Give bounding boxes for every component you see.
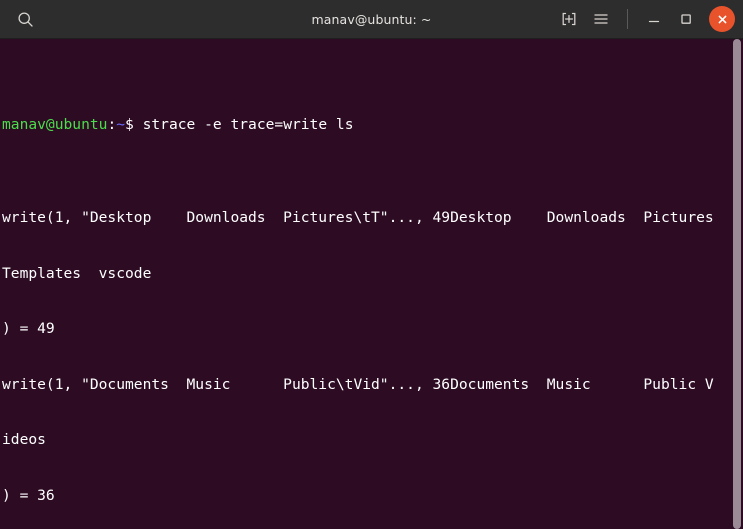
titlebar-divider — [627, 9, 628, 29]
titlebar-right-controls — [554, 4, 743, 34]
maximize-icon[interactable] — [671, 4, 701, 34]
search-icon[interactable] — [10, 4, 40, 34]
terminal-output-line: ideos — [2, 431, 46, 449]
prompt-path: ~ — [116, 116, 126, 134]
terminal-scrollbar-thumb[interactable] — [733, 39, 741, 529]
terminal-output-line: write(1, "Desktop Downloads Pictures\tT"… — [2, 208, 714, 226]
new-tab-icon[interactable] — [554, 4, 584, 34]
terminal-output-line: ) = 36 — [2, 487, 55, 505]
minimize-icon[interactable] — [639, 4, 669, 34]
terminal-command: strace -e trace=write ls — [142, 116, 354, 134]
terminal-prompt-line: manav@ubuntu:~$ strace -e trace=write ls — [2, 116, 743, 135]
hamburger-menu-icon[interactable] — [586, 4, 616, 34]
prompt-sigil: $ — [125, 116, 143, 134]
terminal-output-line: Templates vscode — [2, 264, 152, 282]
prompt-colon: : — [107, 116, 117, 134]
terminal-screen[interactable]: manav@ubuntu:~$ strace -e trace=write ls… — [0, 39, 743, 529]
titlebar: manav@ubuntu: ~ — [0, 0, 743, 39]
terminal-output-line: write(1, "Documents Music Public\tVid"..… — [2, 375, 714, 393]
prompt-user-host: manav@ubuntu — [2, 116, 108, 134]
terminal-window: manav@ubuntu: ~ manav@ubuntu:~$ strace -… — [0, 0, 743, 529]
terminal-scrollbar[interactable] — [730, 39, 743, 529]
titlebar-left-controls — [0, 4, 40, 34]
close-icon[interactable] — [709, 6, 735, 32]
terminal-output-line: ) = 49 — [2, 320, 55, 338]
terminal-output: manav@ubuntu:~$ strace -e trace=write ls… — [2, 42, 743, 529]
